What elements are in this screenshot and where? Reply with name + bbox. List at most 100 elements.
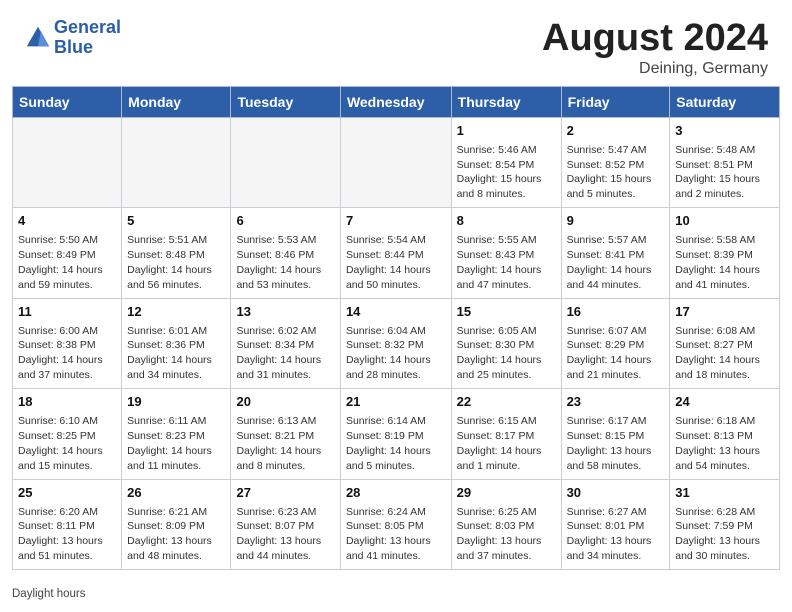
day-number: 5 (127, 212, 225, 231)
day-info: Sunrise: 5:57 AM Sunset: 8:41 PM Dayligh… (567, 233, 665, 293)
month-title: August 2024 (542, 18, 768, 60)
day-number: 14 (346, 303, 446, 322)
table-row: 11Sunrise: 6:00 AM Sunset: 8:38 PM Dayli… (13, 298, 122, 388)
table-row: 3 Sunrise: 5:48 AM Sunset: 8:51 PM Daylig… (670, 117, 780, 207)
weekday-header-sunday: Sunday (13, 86, 122, 117)
weekday-header-monday: Monday (122, 86, 231, 117)
day-info: Sunrise: 6:27 AM Sunset: 8:01 PM Dayligh… (567, 505, 665, 565)
calendar-week-1: 1Sunrise: 5:46 AM Sunset: 8:54 PM Daylig… (13, 117, 780, 207)
day-number: 16 (567, 303, 665, 322)
page: General Blue August 2024 Deining, German… (0, 0, 792, 606)
title-block: August 2024 Deining, Germany (542, 18, 768, 78)
calendar-header: SundayMondayTuesdayWednesdayThursdayFrid… (13, 86, 780, 117)
day-info: Sunrise: 6:21 AM Sunset: 8:09 PM Dayligh… (127, 505, 225, 565)
calendar-week-2: 4 Sunrise: 5:50 AM Sunset: 8:49 PM Daylig… (13, 208, 780, 298)
day-info: Sunrise: 6:20 AM Sunset: 8:11 PM Dayligh… (18, 505, 116, 565)
table-row (340, 117, 451, 207)
day-number: 8 (457, 212, 556, 231)
table-row: 8 Sunrise: 5:55 AM Sunset: 8:43 PM Daylig… (451, 208, 561, 298)
day-info: Sunrise: 5:48 AM Sunset: 8:51 PM Dayligh… (675, 143, 774, 203)
weekday-header-wednesday: Wednesday (340, 86, 451, 117)
footer: Daylight hours (0, 584, 792, 606)
calendar-week-3: 11Sunrise: 6:00 AM Sunset: 8:38 PM Dayli… (13, 298, 780, 388)
day-number: 9 (567, 212, 665, 231)
calendar-body: 1Sunrise: 5:46 AM Sunset: 8:54 PM Daylig… (13, 117, 780, 569)
table-row: 6 Sunrise: 5:53 AM Sunset: 8:46 PM Daylig… (231, 208, 340, 298)
day-info: Sunrise: 6:14 AM Sunset: 8:19 PM Dayligh… (346, 414, 446, 474)
table-row: 26 Sunrise: 6:21 AM Sunset: 8:09 PM Dayli… (122, 479, 231, 569)
day-number: 3 (675, 122, 774, 141)
day-number: 17 (675, 303, 774, 322)
day-number: 29 (457, 484, 556, 503)
day-number: 31 (675, 484, 774, 503)
table-row: 31Sunrise: 6:28 AM Sunset: 7:59 PM Dayli… (670, 479, 780, 569)
day-number: 7 (346, 212, 446, 231)
table-row: 12Sunrise: 6:01 AM Sunset: 8:36 PM Dayli… (122, 298, 231, 388)
logo-text-blue: Blue (54, 38, 121, 58)
calendar-week-5: 25 Sunrise: 6:20 AM Sunset: 8:11 PM Dayli… (13, 479, 780, 569)
table-row: 30Sunrise: 6:27 AM Sunset: 8:01 PM Dayli… (561, 479, 670, 569)
day-info: Sunrise: 6:13 AM Sunset: 8:21 PM Dayligh… (236, 414, 334, 474)
weekday-row: SundayMondayTuesdayWednesdayThursdayFrid… (13, 86, 780, 117)
day-number: 26 (127, 484, 225, 503)
table-row: 22 Sunrise: 6:15 AM Sunset: 8:17 PM Dayli… (451, 389, 561, 479)
day-info: Sunrise: 6:04 AM Sunset: 8:32 PM Dayligh… (346, 324, 446, 384)
day-info: Sunrise: 5:55 AM Sunset: 8:43 PM Dayligh… (457, 233, 556, 293)
day-number: 27 (236, 484, 334, 503)
weekday-header-thursday: Thursday (451, 86, 561, 117)
table-row: 27Sunrise: 6:23 AM Sunset: 8:07 PM Dayli… (231, 479, 340, 569)
table-row (122, 117, 231, 207)
calendar-table: SundayMondayTuesdayWednesdayThursdayFrid… (12, 86, 780, 570)
table-row: 10Sunrise: 5:58 AM Sunset: 8:39 PM Dayli… (670, 208, 780, 298)
daylight-label: Daylight hours (12, 588, 86, 600)
logo-text-general: General (54, 18, 121, 38)
table-row: 16Sunrise: 6:07 AM Sunset: 8:29 PM Dayli… (561, 298, 670, 388)
day-number: 12 (127, 303, 225, 322)
day-info: Sunrise: 5:51 AM Sunset: 8:48 PM Dayligh… (127, 233, 225, 293)
table-row: 1Sunrise: 5:46 AM Sunset: 8:54 PM Daylig… (451, 117, 561, 207)
day-number: 20 (236, 393, 334, 412)
day-info: Sunrise: 6:08 AM Sunset: 8:27 PM Dayligh… (675, 324, 774, 384)
day-number: 15 (457, 303, 556, 322)
logo: General Blue (24, 18, 121, 58)
day-info: Sunrise: 5:47 AM Sunset: 8:52 PM Dayligh… (567, 143, 665, 203)
table-row: 13 Sunrise: 6:02 AM Sunset: 8:34 PM Dayli… (231, 298, 340, 388)
table-row: 25 Sunrise: 6:20 AM Sunset: 8:11 PM Dayli… (13, 479, 122, 569)
day-info: Sunrise: 6:25 AM Sunset: 8:03 PM Dayligh… (457, 505, 556, 565)
day-number: 4 (18, 212, 116, 231)
day-info: Sunrise: 5:54 AM Sunset: 8:44 PM Dayligh… (346, 233, 446, 293)
day-number: 18 (18, 393, 116, 412)
table-row: 15 Sunrise: 6:05 AM Sunset: 8:30 PM Dayli… (451, 298, 561, 388)
weekday-header-friday: Friday (561, 86, 670, 117)
table-row: 4 Sunrise: 5:50 AM Sunset: 8:49 PM Daylig… (13, 208, 122, 298)
calendar-week-4: 18Sunrise: 6:10 AM Sunset: 8:25 PM Dayli… (13, 389, 780, 479)
table-row: 20 Sunrise: 6:13 AM Sunset: 8:21 PM Dayli… (231, 389, 340, 479)
day-info: Sunrise: 5:50 AM Sunset: 8:49 PM Dayligh… (18, 233, 116, 293)
table-row (13, 117, 122, 207)
table-row: 23Sunrise: 6:17 AM Sunset: 8:15 PM Dayli… (561, 389, 670, 479)
table-row: 2 Sunrise: 5:47 AM Sunset: 8:52 PM Daylig… (561, 117, 670, 207)
table-row: 9 Sunrise: 5:57 AM Sunset: 8:41 PM Daylig… (561, 208, 670, 298)
day-number: 11 (18, 303, 116, 322)
day-info: Sunrise: 6:05 AM Sunset: 8:30 PM Dayligh… (457, 324, 556, 384)
table-row: 5 Sunrise: 5:51 AM Sunset: 8:48 PM Daylig… (122, 208, 231, 298)
day-number: 1 (457, 122, 556, 141)
day-number: 13 (236, 303, 334, 322)
day-number: 25 (18, 484, 116, 503)
day-info: Sunrise: 6:15 AM Sunset: 8:17 PM Dayligh… (457, 414, 556, 474)
table-row: 14 Sunrise: 6:04 AM Sunset: 8:32 PM Dayli… (340, 298, 451, 388)
day-info: Sunrise: 6:18 AM Sunset: 8:13 PM Dayligh… (675, 414, 774, 474)
day-number: 28 (346, 484, 446, 503)
day-number: 10 (675, 212, 774, 231)
table-row: 28Sunrise: 6:24 AM Sunset: 8:05 PM Dayli… (340, 479, 451, 569)
day-info: Sunrise: 5:53 AM Sunset: 8:46 PM Dayligh… (236, 233, 334, 293)
calendar-wrapper: SundayMondayTuesdayWednesdayThursdayFrid… (0, 86, 792, 584)
table-row: 29 Sunrise: 6:25 AM Sunset: 8:03 PM Dayli… (451, 479, 561, 569)
day-number: 6 (236, 212, 334, 231)
header: General Blue August 2024 Deining, German… (0, 0, 792, 86)
weekday-header-saturday: Saturday (670, 86, 780, 117)
day-number: 2 (567, 122, 665, 141)
table-row: 18Sunrise: 6:10 AM Sunset: 8:25 PM Dayli… (13, 389, 122, 479)
day-info: Sunrise: 6:02 AM Sunset: 8:34 PM Dayligh… (236, 324, 334, 384)
day-number: 22 (457, 393, 556, 412)
